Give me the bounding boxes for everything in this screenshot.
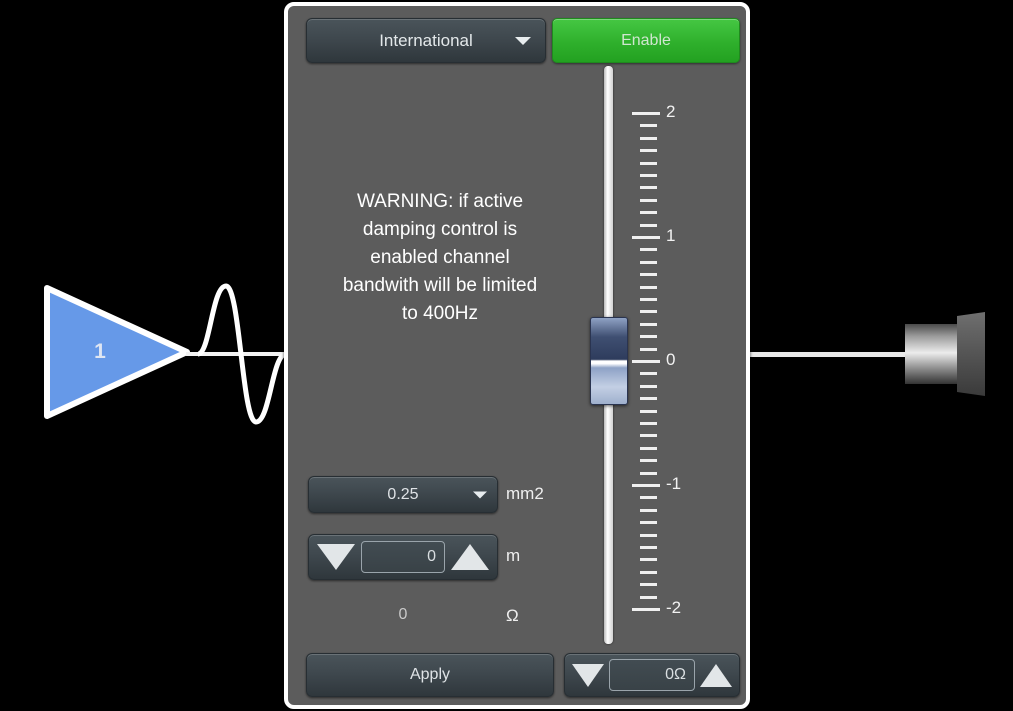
scale-tick-minor [640,186,657,190]
scale-tick-minor [640,595,657,599]
scale-tick-minor [640,273,657,277]
scale-tick-minor [640,496,657,500]
standard-select-value: International [379,30,473,50]
warning-line: WARNING: if active [356,191,524,212]
scale-tick-major [632,360,660,363]
scale-tick-minor [640,124,657,128]
scale-tick-label: -2 [666,598,682,617]
scale-tick-minor [640,434,657,438]
scale-tick-minor [640,372,657,376]
amplifier-channel-label: 1 [94,340,106,363]
schematic-canvas: 1 International Enable WARNING: if activ… [0,0,1013,711]
scale-tick-minor [640,558,657,562]
damping-input[interactable]: 0Ω [609,659,695,691]
scale-tick-minor [640,546,657,549]
scale-tick-minor [640,471,657,475]
standard-select[interactable]: International [306,18,546,63]
scale-tick-minor [640,459,657,463]
enable-button[interactable]: Enable [552,18,740,63]
sine-wave-icon [196,283,288,425]
warning-line: bandwith will be limited [342,275,538,296]
cable-gauge-value: 0.25 [387,485,419,503]
scale-tick-minor [640,508,657,512]
triangle-down-icon[interactable] [317,544,355,570]
scale-tick-minor [640,310,657,314]
scale-tick-minor [640,161,657,165]
scale-tick-minor [640,298,657,301]
apply-button-label: Apply [409,666,451,683]
scale-tick-minor [640,384,657,388]
cable-length-value: 0 [427,548,436,565]
cable-length-input[interactable]: 0 [361,541,445,573]
scale-tick-minor [640,570,657,574]
resistance-unit-label: Ω [506,606,519,625]
scale-tick-label: 2 [666,102,676,121]
damping-stepper[interactable]: 0Ω [564,653,740,697]
warning-line: damping control is [362,219,518,240]
cable-gauge-unit-label: mm2 [506,484,544,503]
enable-button-label: Enable [621,31,671,49]
loudspeaker-icon [905,312,985,396]
warning-line: enabled channel [370,247,510,268]
scale-tick-minor [640,533,657,537]
scale-tick-minor [640,322,657,326]
resistance-value: 0 [398,606,408,623]
slider-thumb[interactable] [590,317,628,405]
scale-tick-minor [640,211,657,215]
triangle-down-icon[interactable] [572,663,604,687]
scale-tick-minor [640,149,657,153]
scale-tick-minor [640,260,657,264]
scale-tick-minor [640,422,657,425]
scale-tick-major [632,608,660,611]
cable-length-stepper[interactable]: 0 [308,534,498,580]
warning-message: WARNING: if active damping control is en… [310,188,570,328]
amplifier-settings-panel: International Enable WARNING: if active … [284,2,750,709]
scale-tick-minor [640,285,657,289]
scale-tick-minor [640,174,657,177]
scale-tick-minor [640,223,657,227]
scale-tick-minor [640,446,657,450]
scale-tick-minor [640,335,657,339]
scale-tick-label: 0 [666,350,676,369]
warning-line: to 400Hz [401,303,479,324]
triangle-up-icon[interactable] [700,663,732,687]
triangle-up-icon[interactable] [451,544,489,570]
scale-tick-minor [640,583,657,587]
cable-length-unit-label: m [506,546,521,565]
scale-tick-label: -1 [666,474,682,493]
scale-tick-minor [640,397,657,401]
chevron-down-icon [473,491,487,498]
scale-tick-minor [640,248,657,252]
scale-tick-major [632,236,660,239]
scale-tick-minor [640,347,657,351]
apply-button[interactable]: Apply [306,653,554,697]
scale-tick-minor [640,409,657,413]
scale-tick-minor [640,521,657,525]
scale-tick-minor [640,198,657,202]
scale-tick-minor [640,136,657,140]
chevron-down-icon [515,36,531,45]
cable-gauge-select[interactable]: 0.25 [308,476,498,513]
scale-tick-major [632,484,660,487]
output-wire [748,352,914,357]
damping-slider[interactable]: 2 1 0 -1 -2 [588,61,708,651]
scale-tick-label: 1 [666,226,676,245]
scale-tick-major [632,112,660,115]
damping-value: 0Ω [665,666,686,683]
